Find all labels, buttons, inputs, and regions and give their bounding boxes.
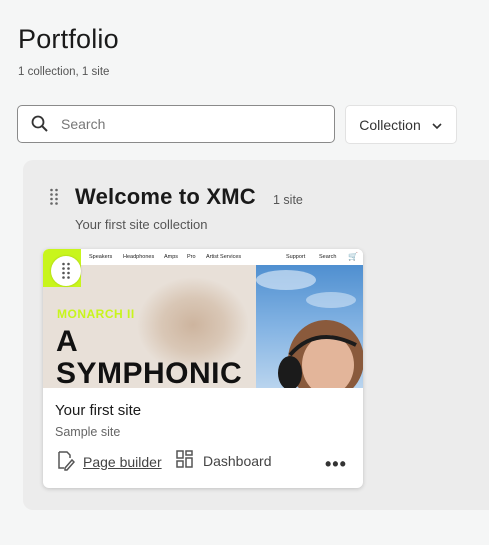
cart-icon: 🛒: [348, 252, 358, 261]
site-type: Sample site: [55, 425, 121, 439]
thumbnail-hero-line1: A: [56, 325, 78, 358]
site-card[interactable]: Speakers Headphones Amps Pro Artist Serv…: [43, 249, 363, 488]
collection-filter-label: Collection: [359, 116, 421, 133]
page-builder-link[interactable]: Page builder: [55, 449, 162, 474]
collection-site-count: 1 site: [273, 193, 303, 207]
thumbnail-nav-item: Search: [319, 254, 337, 260]
dashboard-label: Dashboard: [203, 452, 272, 469]
edit-page-icon: [55, 449, 76, 474]
collection-group: Welcome to XMC 1 site Your first site co…: [23, 160, 489, 510]
search-input[interactable]: [59, 115, 303, 133]
dashboard-icon: [175, 449, 195, 472]
thumbnail-nav-item: Support: [286, 254, 306, 260]
thumbnail-nav: Speakers Headphones Amps Pro Artist Serv…: [43, 249, 363, 265]
collection-title[interactable]: Welcome to XMC: [75, 184, 256, 210]
collection-filter-button[interactable]: Collection: [345, 105, 457, 144]
search-icon: [30, 114, 50, 134]
dashboard-link[interactable]: Dashboard: [175, 449, 272, 472]
collection-description: Your first site collection: [75, 217, 208, 232]
search-box[interactable]: [17, 105, 335, 143]
page-title: Portfolio: [18, 24, 119, 54]
site-name[interactable]: Your first site: [55, 402, 141, 419]
thumbnail-brand-text: MONARCH II: [57, 307, 135, 321]
card-drag-handle-icon[interactable]: [51, 256, 81, 286]
page-builder-label: Page builder: [83, 453, 162, 470]
more-options-button[interactable]: •••: [325, 454, 347, 475]
page-subtitle: 1 collection, 1 site: [18, 66, 110, 78]
thumbnail-nav-item: Pro: [187, 254, 196, 260]
thumbnail-nav-item: Speakers: [89, 254, 113, 260]
chevron-down-icon: [431, 117, 443, 133]
drag-handle-icon[interactable]: [49, 188, 59, 211]
thumbnail-nav-item: Amps: [164, 254, 179, 260]
site-thumbnail[interactable]: Speakers Headphones Amps Pro Artist Serv…: [43, 249, 363, 388]
site-actions: Page builder Dashboard •••: [55, 449, 355, 477]
thumbnail-nav-item: Artist Services: [206, 254, 242, 260]
thumbnail-hero-line2: SYMPHONIC: [56, 357, 243, 388]
thumbnail-portrait-image: [256, 265, 363, 388]
thumbnail-nav-item: Headphones: [123, 254, 155, 260]
